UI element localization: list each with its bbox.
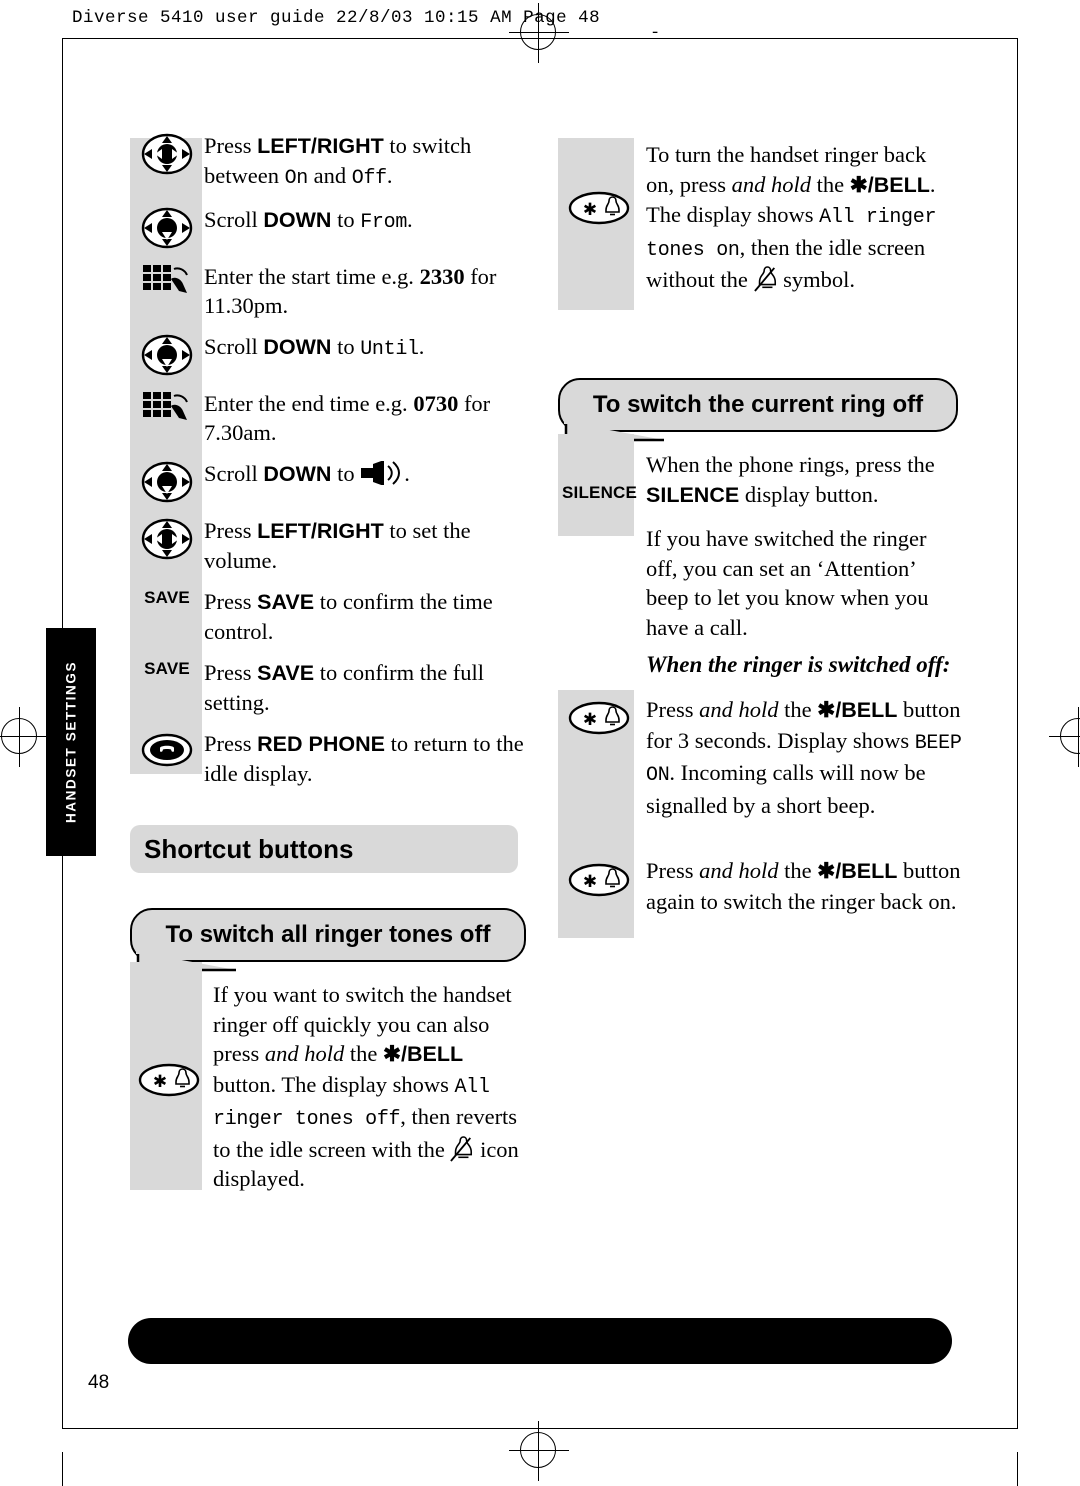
shortcut-buttons-heading: Shortcut buttons — [130, 825, 518, 873]
ringer-switched-off-subheading: When the ringer is switched off: — [646, 652, 951, 677]
keypad-icon — [130, 388, 204, 430]
instruction-step-text: Press SAVE to confirm the time control. — [204, 589, 493, 644]
navigation-key-down-icon — [130, 458, 204, 504]
attention-body-text: If you have switched the ringer off, you… — [646, 526, 929, 640]
registration-mark-bottom — [509, 1421, 569, 1481]
left-instruction-steps: Press LEFT/RIGHT to switch between On an… — [130, 130, 525, 788]
registration-mark-top — [509, 3, 569, 63]
instruction-step-text: Press LEFT/RIGHT to set the volume. — [204, 518, 471, 573]
instruction-step-text: Press LEFT/RIGHT to switch between On an… — [204, 133, 472, 190]
crop-rule-right — [1017, 38, 1018, 1428]
instruction-step: Scroll DOWN to Until. — [130, 331, 525, 377]
footer-bar — [128, 1318, 952, 1364]
star-bell-key-icon-top-right: ✱ — [568, 188, 630, 228]
instruction-step: Scroll DOWN to From. — [130, 204, 525, 250]
instruction-step-text: Enter the start time e.g. 2330 for 11.30… — [204, 264, 497, 318]
navigation-key-down-icon — [130, 331, 204, 377]
crop-tick-bottom-left — [62, 1452, 63, 1486]
crop-rule-bottom — [62, 1428, 1018, 1429]
ringer-tones-off-callout-label: To switch all ringer tones off — [165, 921, 491, 948]
instruction-step-text: Press RED PHONE to return to the idle di… — [204, 731, 524, 786]
instruction-step: SAVE Press SAVE to confirm the full setti… — [130, 657, 525, 717]
instruction-step-text: Enter the end time e.g. 0730 for 7.30am. — [204, 391, 491, 445]
instruction-step-text: Scroll DOWN to From. — [204, 207, 413, 234]
svg-text:✱: ✱ — [583, 200, 597, 220]
instruction-step: Press LEFT/RIGHT to set the volume. — [130, 515, 525, 575]
crop-tick-bottom-right — [1017, 1452, 1018, 1486]
svg-text:✱: ✱ — [583, 872, 597, 892]
ringer-off-body-text: If you want to switch the handset ringer… — [213, 982, 519, 1191]
silence-button-label: SILENCE — [562, 483, 638, 502]
instruction-step-text: Scroll DOWN to . — [204, 460, 410, 486]
right-step-1-text: Press and hold the ✱/BELL button for 3 s… — [646, 697, 962, 818]
registration-mark-right — [1049, 707, 1080, 767]
right-step-2-text: Press and hold the ✱/BELL button again t… — [646, 858, 961, 914]
silence-display-button[interactable]: SILENCE — [562, 483, 637, 503]
instruction-step: Enter the start time e.g. 2330 for 11.30… — [130, 261, 525, 320]
print-dash-mark: - — [650, 24, 661, 43]
keypad-icon — [130, 261, 204, 303]
instruction-step: SAVE Press SAVE to confirm the time contr… — [130, 586, 525, 646]
navigation-key-left-right-icon — [130, 515, 204, 561]
svg-text:✱: ✱ — [153, 1072, 167, 1092]
page-number: 48 — [88, 1372, 110, 1393]
star-bell-key-icon-step-1: ✱ — [568, 698, 630, 738]
instruction-step: Press LEFT/RIGHT to switch between On an… — [130, 130, 525, 193]
save-button-icon: SAVE — [144, 588, 190, 607]
svg-text:✱: ✱ — [583, 710, 597, 730]
side-tab-label: HANDSET SETTINGS — [63, 660, 79, 824]
red-phone-key-icon — [130, 728, 204, 770]
instruction-step-text: Press SAVE to confirm the full setting. — [204, 660, 485, 715]
navigation-key-left-right-icon — [130, 130, 204, 176]
instruction-step: Enter the end time e.g. 0730 for 7.30am. — [130, 388, 525, 447]
silence-body-text: When the phone rings, press the SILENCE … — [646, 452, 935, 507]
instruction-step: Press RED PHONE to return to the idle di… — [130, 728, 525, 788]
instruction-step-text: Scroll DOWN to Until. — [204, 334, 425, 361]
star-bell-key-icon-left: ✱ — [138, 1060, 200, 1100]
shortcut-buttons-heading-label: Shortcut buttons — [144, 833, 354, 864]
instruction-step: Scroll DOWN to . — [130, 458, 525, 504]
side-tab-handset-settings: HANDSET SETTINGS — [46, 628, 96, 856]
save-button-icon: SAVE — [144, 659, 190, 678]
star-bell-key-icon-step-2: ✱ — [568, 860, 630, 900]
registration-mark-left — [0, 707, 50, 767]
ringer-back-on-body-text: To turn the handset ringer back on, pres… — [646, 142, 937, 292]
current-ring-off-callout-label: To switch the current ring off — [592, 391, 924, 418]
navigation-key-down-icon — [130, 204, 204, 250]
